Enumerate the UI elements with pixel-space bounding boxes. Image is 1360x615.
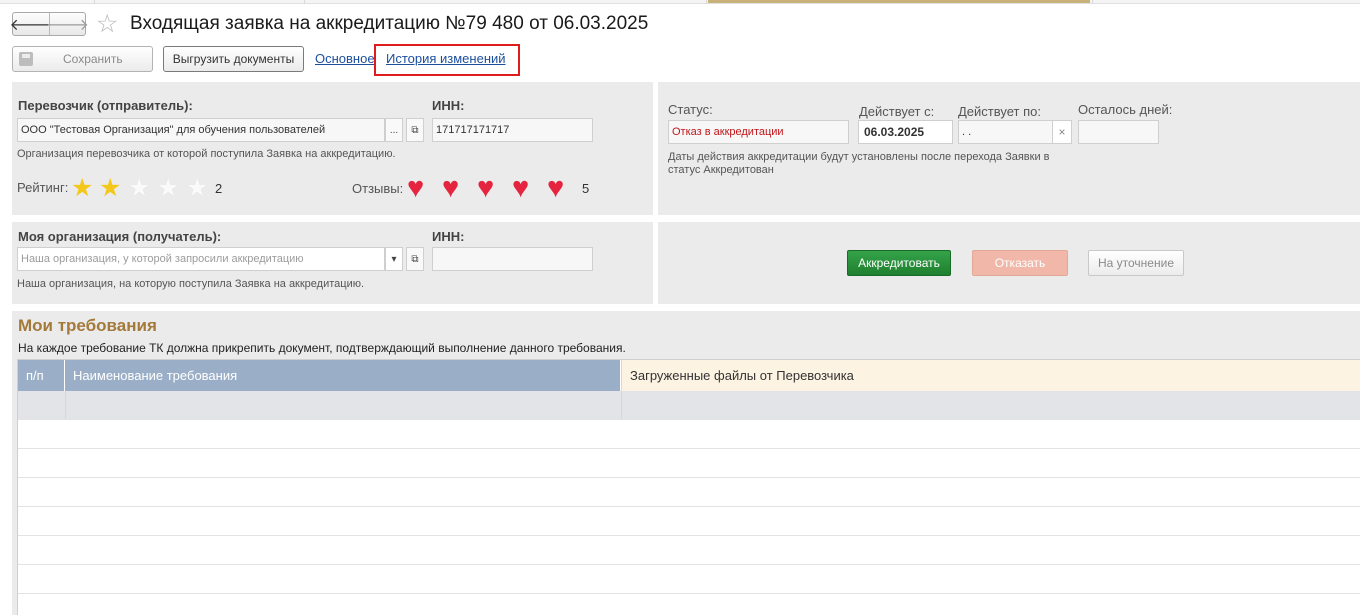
table-row[interactable]: [18, 420, 1360, 449]
valid-from-label: Действует с:: [859, 104, 935, 119]
active-tab-indicator: [708, 0, 1090, 3]
accredit-button[interactable]: Аккредитовать: [847, 250, 951, 276]
valid-to-label: Действует по:: [958, 104, 1041, 119]
carrier-select-button[interactable]: ...: [385, 118, 403, 142]
rating-star-icon[interactable]: ★: [186, 174, 208, 202]
carrier-field[interactable]: ООО "Тестовая Организация" для обучения …: [17, 118, 385, 142]
carrier-hint: Организация перевозчика от которой посту…: [17, 148, 396, 160]
clarify-button[interactable]: На уточнение: [1088, 250, 1184, 276]
days-left-label: Осталось дней:: [1078, 102, 1173, 117]
rating-value: 2: [215, 181, 223, 196]
export-documents-button[interactable]: Выгрузить документы: [163, 46, 304, 72]
review-heart-icon[interactable]: ♥: [477, 174, 494, 203]
highlight-box: [374, 44, 520, 76]
reviews-count: 5: [582, 181, 590, 196]
tab-divider: [304, 0, 305, 4]
my-org-label: Моя организация (получатель):: [18, 229, 222, 244]
table-row[interactable]: [18, 507, 1360, 536]
tab-main-link[interactable]: Основное: [315, 51, 375, 66]
tab-divider: [94, 0, 95, 4]
clear-date-icon[interactable]: ×: [1052, 120, 1072, 144]
carrier-inn-label: ИНН:: [432, 98, 465, 113]
carrier-label: Перевозчик (отправитель):: [18, 98, 193, 113]
save-disk-icon: [19, 52, 33, 66]
my-org-inn-label: ИНН:: [432, 229, 465, 244]
table-row[interactable]: [18, 478, 1360, 507]
status-panel: [658, 82, 1360, 215]
table-row[interactable]: [18, 449, 1360, 478]
my-org-open-icon[interactable]: ⧉: [406, 247, 424, 271]
valid-from-field[interactable]: 06.03.2025: [858, 120, 953, 144]
requirements-title: Мои требования: [18, 316, 157, 335]
review-heart-icon[interactable]: ♥: [442, 174, 459, 203]
days-left-field: [1078, 120, 1159, 144]
column-header-files[interactable]: Загруженные файлы от Перевозчика: [621, 360, 1360, 391]
requirements-table[interactable]: п/п Наименование требования Загруженные …: [17, 359, 1360, 615]
save-button[interactable]: Сохранить: [12, 46, 153, 72]
status-field: Отказ в аккредитации: [668, 120, 849, 144]
status-hint-line1: Даты действия аккредитации будут установ…: [668, 151, 1050, 163]
rating-star-icon[interactable]: ★: [71, 174, 93, 202]
carrier-open-icon[interactable]: ⧉: [406, 118, 424, 142]
favorite-star-icon[interactable]: ☆: [96, 10, 118, 38]
review-heart-icon[interactable]: ♥: [547, 174, 564, 203]
tab-divider: [706, 0, 707, 4]
rating-label: Рейтинг:: [17, 180, 69, 195]
rating-star-icon[interactable]: ★: [128, 174, 150, 202]
valid-to-field[interactable]: . .: [958, 120, 1053, 144]
review-heart-icon[interactable]: ♥: [512, 174, 529, 203]
rating-star-icon[interactable]: ★: [99, 174, 121, 202]
review-heart-icon[interactable]: ♥: [407, 174, 424, 203]
navigation-buttons: 🡐 🡒: [10, 12, 89, 36]
top-tab-strip: [0, 0, 1360, 4]
my-org-inn-field[interactable]: [432, 247, 593, 271]
status-label: Статус:: [668, 102, 713, 117]
status-hint-line2: статус Аккредитован: [668, 164, 774, 176]
tab-divider: [1092, 0, 1093, 4]
page-title: Входящая заявка на аккредитацию №79 480 …: [130, 13, 649, 34]
save-button-label: Сохранить: [63, 52, 123, 66]
my-org-dropdown-icon[interactable]: ▾: [385, 247, 403, 271]
reject-button[interactable]: Отказать: [972, 250, 1068, 276]
table-row[interactable]: [18, 391, 1360, 420]
my-org-field[interactable]: Наша организация, у которой запросили ак…: [17, 247, 385, 271]
requirements-description: На каждое требование ТК должна прикрепит…: [18, 341, 626, 355]
carrier-inn-field[interactable]: 171717171717: [432, 118, 593, 142]
back-arrow-icon[interactable]: 🡐: [10, 13, 53, 35]
column-header-number[interactable]: п/п: [18, 360, 65, 391]
table-row[interactable]: [18, 536, 1360, 565]
my-org-hint: Наша организация, на которую поступила З…: [17, 278, 365, 290]
column-header-requirement[interactable]: Наименование требования: [65, 360, 621, 391]
rating-star-icon[interactable]: ★: [157, 174, 179, 202]
table-row[interactable]: [18, 565, 1360, 594]
reviews-label: Отзывы:: [352, 181, 404, 196]
forward-arrow-icon[interactable]: 🡒: [46, 13, 89, 35]
